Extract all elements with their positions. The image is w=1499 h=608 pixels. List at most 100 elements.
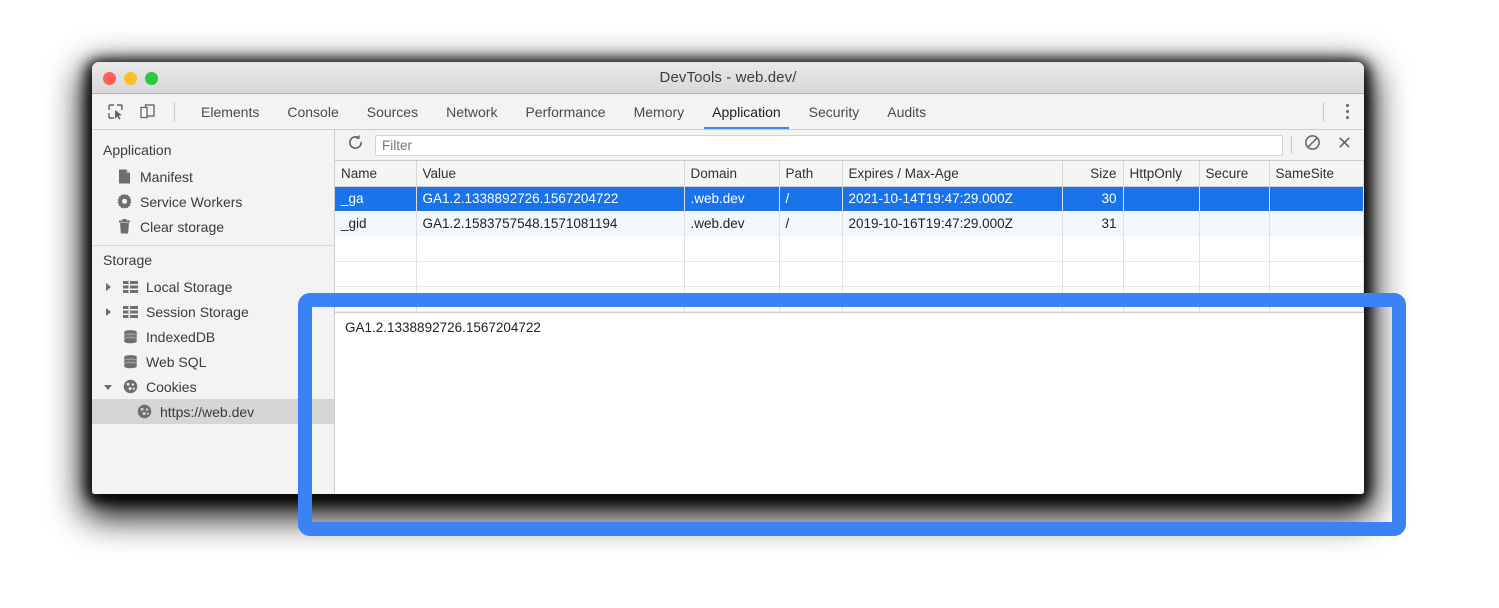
device-toolbar-icon[interactable] [136,101,158,123]
minimize-window-button[interactable] [124,72,137,85]
delete-selected-cookie-button[interactable] [1332,133,1356,157]
column-header-size[interactable]: Size [1062,161,1123,186]
inspect-element-icon[interactable] [104,101,126,123]
sidebar-item-label: IndexedDB [146,330,215,344]
cookie-icon [136,404,152,420]
column-header-secure[interactable]: Secure [1199,161,1269,186]
refresh-button[interactable] [343,133,367,157]
chevron-right-icon[interactable] [104,307,114,317]
cell-value: GA1.2.1338892726.1567204722 [416,186,684,211]
sidebar-item-label: Cookies [146,380,197,394]
sidebar-item-manifest[interactable]: Manifest [92,164,334,189]
caret-placeholder [104,332,114,342]
cookies-panel: Name Value Domain Path Expires / Max-Age… [335,130,1364,494]
tab-application[interactable]: Application [698,94,795,129]
sidebar-item-label: https://web.dev [160,405,254,419]
tab-elements[interactable]: Elements [187,94,273,129]
tab-label: Console [287,104,338,120]
column-header-path[interactable]: Path [779,161,842,186]
tabbar-divider [1323,102,1324,122]
filter-input[interactable] [375,135,1283,156]
cell-httponly [1123,211,1199,236]
tab-label: Network [446,104,497,120]
sidebar-item-clear-storage[interactable]: Clear storage [92,214,334,239]
cell-samesite [1269,186,1364,211]
tabbar-spacer [940,94,1317,129]
toolbar-divider [1291,136,1292,154]
sidebar-item-indexeddb[interactable]: IndexedDB [92,324,334,349]
cookies-table-container: Name Value Domain Path Expires / Max-Age… [335,161,1364,312]
column-header-name[interactable]: Name [335,161,416,186]
tab-label: Security [809,104,860,120]
cell-value: GA1.2.1583757548.1571081194 [416,211,684,236]
cookies-table: Name Value Domain Path Expires / Max-Age… [335,161,1364,312]
tab-security[interactable]: Security [795,94,874,129]
database-icon [122,329,138,345]
sidebar-item-service-workers[interactable]: Service Workers [92,189,334,214]
cookies-toolbar [335,130,1364,161]
screenshot-root: DevTools - web.dev/ [0,0,1499,608]
sidebar-item-label: Web SQL [146,355,206,369]
close-icon [1336,134,1353,156]
table-grid-icon [122,304,138,320]
sidebar-item-cookies[interactable]: Cookies [92,374,334,399]
table-row-empty [335,286,1364,311]
column-header-expires[interactable]: Expires / Max-Age [842,161,1062,186]
table-row-empty [335,236,1364,261]
tab-audits[interactable]: Audits [873,94,940,129]
chevron-down-icon[interactable] [104,382,114,392]
sidebar-item-label: Local Storage [146,280,232,294]
cell-domain: .web.dev [684,211,779,236]
cell-expires: 2021-10-14T19:47:29.000Z [842,186,1062,211]
cell-expires: 2019-10-16T19:47:29.000Z [842,211,1062,236]
table-row-empty [335,261,1364,286]
cell-path: / [779,211,842,236]
column-header-domain[interactable]: Domain [684,161,779,186]
sidebar-item-session-storage[interactable]: Session Storage [92,299,334,324]
maximize-window-button[interactable] [145,72,158,85]
sidebar-item-cookies-web-dev[interactable]: https://web.dev [92,399,334,424]
column-header-samesite[interactable]: SameSite [1269,161,1364,186]
sidebar-item-label: Service Workers [140,195,242,209]
cell-size: 31 [1062,211,1123,236]
tab-label: Application [712,104,781,120]
sidebar-item-web-sql[interactable]: Web SQL [92,349,334,374]
sidebar-item-label: Clear storage [140,220,224,234]
cell-size: 30 [1062,186,1123,211]
tab-network[interactable]: Network [432,94,511,129]
cookies-table-body: _ga GA1.2.1338892726.1567204722 .web.dev… [335,186,1364,311]
cookie-value-preview-text: GA1.2.1338892726.1567204722 [345,320,541,335]
devtools-window: DevTools - web.dev/ [92,62,1364,494]
devtools-body: Application Manifest Service Workers [92,130,1364,494]
sidebar-item-label: Session Storage [146,305,249,319]
tab-memory[interactable]: Memory [620,94,699,129]
cell-secure [1199,186,1269,211]
sidebar-section-application: Application [92,136,334,164]
tab-performance[interactable]: Performance [511,94,619,129]
traffic-lights [103,72,158,85]
document-icon [116,169,132,185]
table-row[interactable]: _ga GA1.2.1338892726.1567204722 .web.dev… [335,186,1364,211]
devtools-tabbar: Elements Console Sources Network Perform… [92,94,1364,130]
sidebar-item-local-storage[interactable]: Local Storage [92,274,334,299]
cell-name: _gid [335,211,416,236]
gear-icon [116,194,132,210]
tab-console[interactable]: Console [273,94,352,129]
cell-httponly [1123,186,1199,211]
clear-all-cookies-button[interactable] [1300,133,1324,157]
table-row[interactable]: _gid GA1.2.1583757548.1571081194 .web.de… [335,211,1364,236]
tab-sources[interactable]: Sources [353,94,432,129]
more-options-icon [1346,104,1349,119]
column-header-httponly[interactable]: HttpOnly [1123,161,1199,186]
devtools-tabs: Elements Console Sources Network Perform… [187,94,940,129]
cell-samesite [1269,211,1364,236]
more-options-button[interactable] [1330,94,1364,129]
tab-label: Memory [634,104,685,120]
cell-name: _ga [335,186,416,211]
table-grid-icon [122,279,138,295]
toolbar-divider [174,102,175,122]
chevron-right-icon[interactable] [104,282,114,292]
column-header-value[interactable]: Value [416,161,684,186]
close-window-button[interactable] [103,72,116,85]
table-header-row: Name Value Domain Path Expires / Max-Age… [335,161,1364,186]
